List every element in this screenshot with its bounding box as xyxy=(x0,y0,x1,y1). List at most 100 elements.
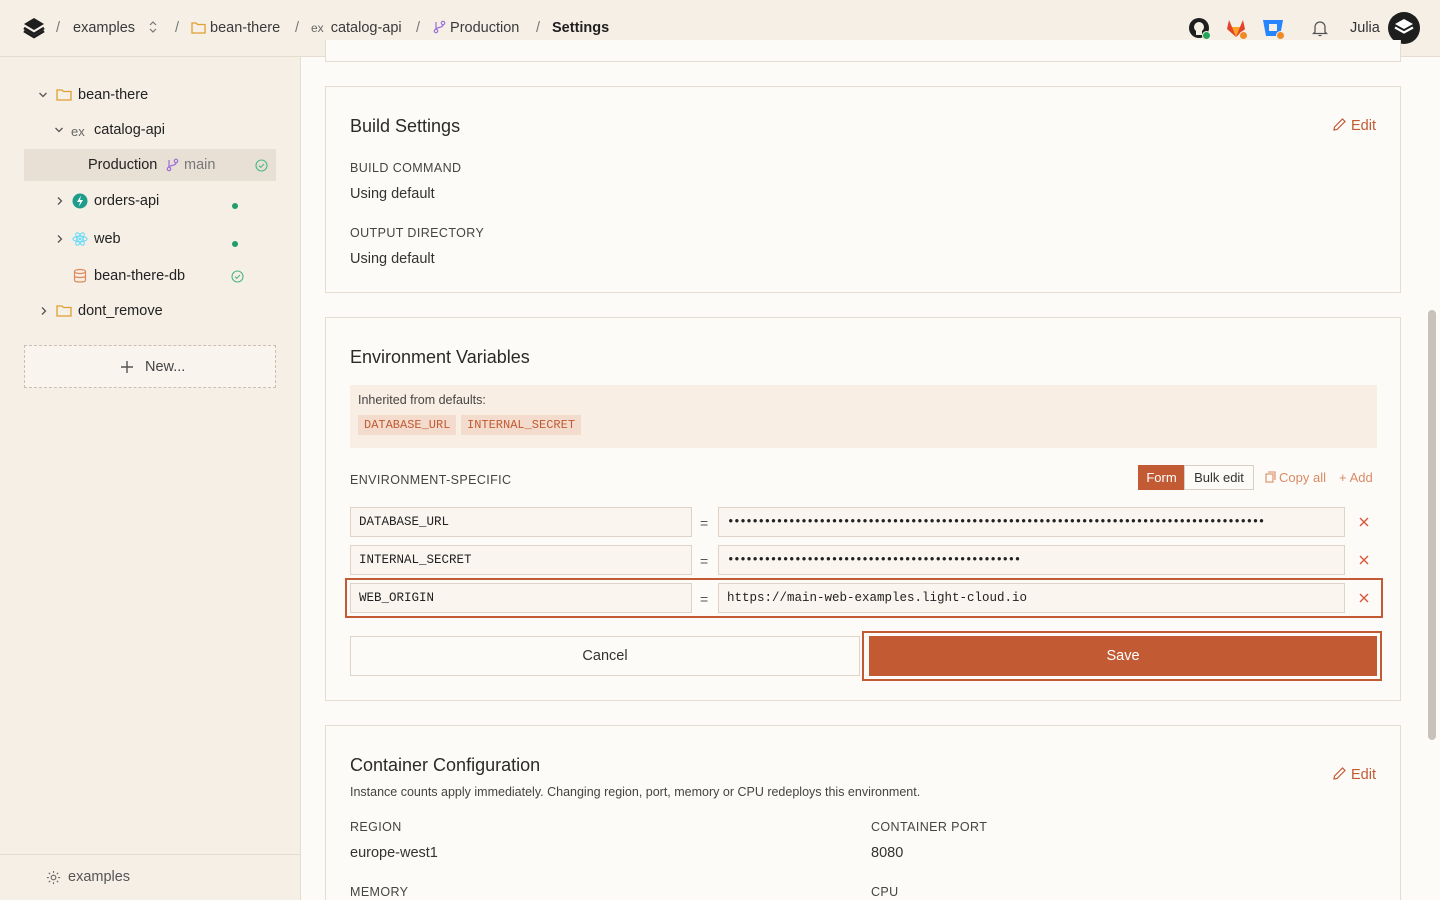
build-settings-card: Build Settings Edit BUILD COMMAND Using … xyxy=(325,86,1401,293)
new-button[interactable]: New... xyxy=(24,345,276,388)
remove-variable-icon[interactable] xyxy=(1358,516,1370,528)
breadcrumb-workspace[interactable]: examples xyxy=(73,19,159,37)
main-scrollbar[interactable] xyxy=(1428,310,1436,740)
sidebar-item-orders-api[interactable]: orders-api xyxy=(24,185,276,217)
plus-icon xyxy=(121,361,133,373)
github-status-dot xyxy=(1202,31,1211,40)
folder-icon xyxy=(56,305,72,317)
copy-all-button[interactable]: Copy all xyxy=(1265,470,1326,486)
chevron-right-icon[interactable] xyxy=(55,196,65,206)
bulk-edit-mode-tab[interactable]: Bulk edit xyxy=(1184,465,1254,490)
sidebar-item-label: web xyxy=(94,231,121,247)
sidebar-item-label: bean-there xyxy=(78,87,149,103)
branch-icon xyxy=(166,158,179,172)
chevron-right-icon[interactable] xyxy=(39,306,49,316)
chevron-right-icon[interactable] xyxy=(55,234,65,244)
previous-card-bottom xyxy=(325,40,1401,62)
status-dot xyxy=(232,241,238,247)
environment-variables-card: Environment Variables Inherited from def… xyxy=(325,317,1401,701)
chevron-down-icon[interactable] xyxy=(38,90,48,100)
database-icon xyxy=(73,268,87,283)
container-configuration-card: Container Configuration Edit Instance co… xyxy=(325,725,1401,900)
pencil-icon xyxy=(1333,118,1346,131)
inherited-variable-chip: DATABASE_URL xyxy=(358,415,457,435)
output-directory-label: OUTPUT DIRECTORY xyxy=(350,226,485,240)
sidebar-item-bean-there-db[interactable]: bean-there-db xyxy=(24,260,276,292)
breadcrumb-separator: / xyxy=(536,20,541,36)
inherited-label: Inherited from defaults: xyxy=(358,393,486,407)
bell-icon[interactable] xyxy=(1308,16,1332,40)
env-key-input[interactable]: DATABASE_URL xyxy=(350,507,692,537)
folder-icon xyxy=(56,89,72,101)
container-port-label: CONTAINER PORT xyxy=(871,820,988,834)
breadcrumb-service[interactable]: ex catalog-api xyxy=(311,19,402,37)
region-value: europe-west1 xyxy=(350,845,438,861)
app-logo-icon[interactable] xyxy=(22,16,46,40)
env-key-input[interactable]: WEB_ORIGIN xyxy=(350,583,692,613)
check-circle-icon xyxy=(231,270,244,283)
service-label: catalog-api xyxy=(330,20,402,36)
environment-label: Production xyxy=(450,20,520,36)
inherited-variable-chip: INTERNAL_SECRET xyxy=(461,415,582,435)
chevron-down-icon[interactable] xyxy=(54,125,64,135)
github-icon[interactable] xyxy=(1187,16,1211,40)
env-key-input[interactable]: INTERNAL_SECRET xyxy=(350,545,692,575)
memory-label: MEMORY xyxy=(350,885,409,899)
cpu-label: CPU xyxy=(871,885,899,899)
chevron-updown-icon xyxy=(149,21,157,33)
remove-variable-icon[interactable] xyxy=(1358,592,1370,604)
plus-icon: + xyxy=(1339,470,1347,485)
edit-container-button[interactable]: Edit xyxy=(1332,766,1376,784)
cancel-button[interactable]: Cancel xyxy=(350,636,860,676)
sidebar-footer[interactable]: examples xyxy=(0,854,300,900)
breadcrumb-separator: / xyxy=(416,20,421,36)
card-title: Build Settings xyxy=(350,116,461,136)
add-label: Add xyxy=(1349,470,1373,485)
build-command-label: BUILD COMMAND xyxy=(350,161,462,175)
copy-all-label: Copy all xyxy=(1279,470,1326,485)
sidebar-item-label: orders-api xyxy=(94,193,160,209)
env-value-input[interactable]: ••••••••••••••••••••••••••••••••••••••••… xyxy=(718,507,1345,537)
branch-label: main xyxy=(184,157,216,173)
sidebar-item-bean-there[interactable]: bean-there xyxy=(24,79,276,111)
new-button-label: New... xyxy=(145,359,186,375)
sidebar-item-label: bean-there-db xyxy=(94,268,186,284)
copy-icon xyxy=(1265,471,1276,483)
save-button[interactable]: Save xyxy=(869,636,1377,676)
sidebar-item-label: dont_remove xyxy=(78,303,163,319)
edit-label: Edit xyxy=(1351,118,1376,134)
sidebar: bean-there ex catalog-api Production mai… xyxy=(0,57,301,900)
edit-build-settings-button[interactable]: Edit xyxy=(1332,117,1376,135)
card-title: Container Configuration xyxy=(350,755,541,775)
card-title: Environment Variables xyxy=(350,347,530,367)
breadcrumb-separator: / xyxy=(175,20,180,36)
add-variable-button[interactable]: + Add xyxy=(1339,470,1373,486)
container-port-value: 8080 xyxy=(871,845,904,861)
gitlab-icon[interactable] xyxy=(1224,16,1248,40)
service-icon: ex xyxy=(71,124,85,139)
sidebar-item-catalog-api[interactable]: ex catalog-api xyxy=(24,114,276,146)
project-label: bean-there xyxy=(210,20,281,36)
sidebar-item-production[interactable]: Production main xyxy=(24,149,276,181)
build-command-value: Using default xyxy=(350,186,435,202)
bitbucket-icon[interactable] xyxy=(1261,16,1285,40)
workspace-label: examples xyxy=(73,20,136,36)
sidebar-item-web[interactable]: web xyxy=(24,223,276,255)
env-value-input[interactable]: ••••••••••••••••••••••••••••••••••••••••… xyxy=(718,545,1345,575)
breadcrumb-project[interactable]: bean-there xyxy=(191,19,280,37)
inherited-variables-panel: Inherited from defaults: DATABASE_URL IN… xyxy=(350,385,1377,448)
status-dot xyxy=(232,203,238,209)
form-mode-tab[interactable]: Form xyxy=(1138,465,1185,490)
output-directory-value: Using default xyxy=(350,251,435,267)
pencil-icon xyxy=(1333,767,1346,780)
equals-sign: = xyxy=(700,591,709,607)
sidebar-item-dont-remove[interactable]: dont_remove xyxy=(24,295,276,327)
check-circle-icon xyxy=(255,159,268,172)
equals-sign: = xyxy=(700,553,709,569)
edit-label: Edit xyxy=(1351,767,1376,783)
env-value-input[interactable]: https://main-web-examples.light-cloud.io xyxy=(718,583,1345,613)
breadcrumb-environment[interactable]: Production xyxy=(433,19,519,37)
user-name[interactable]: Julia xyxy=(1350,19,1380,37)
region-label: REGION xyxy=(350,820,402,834)
remove-variable-icon[interactable] xyxy=(1358,554,1370,566)
